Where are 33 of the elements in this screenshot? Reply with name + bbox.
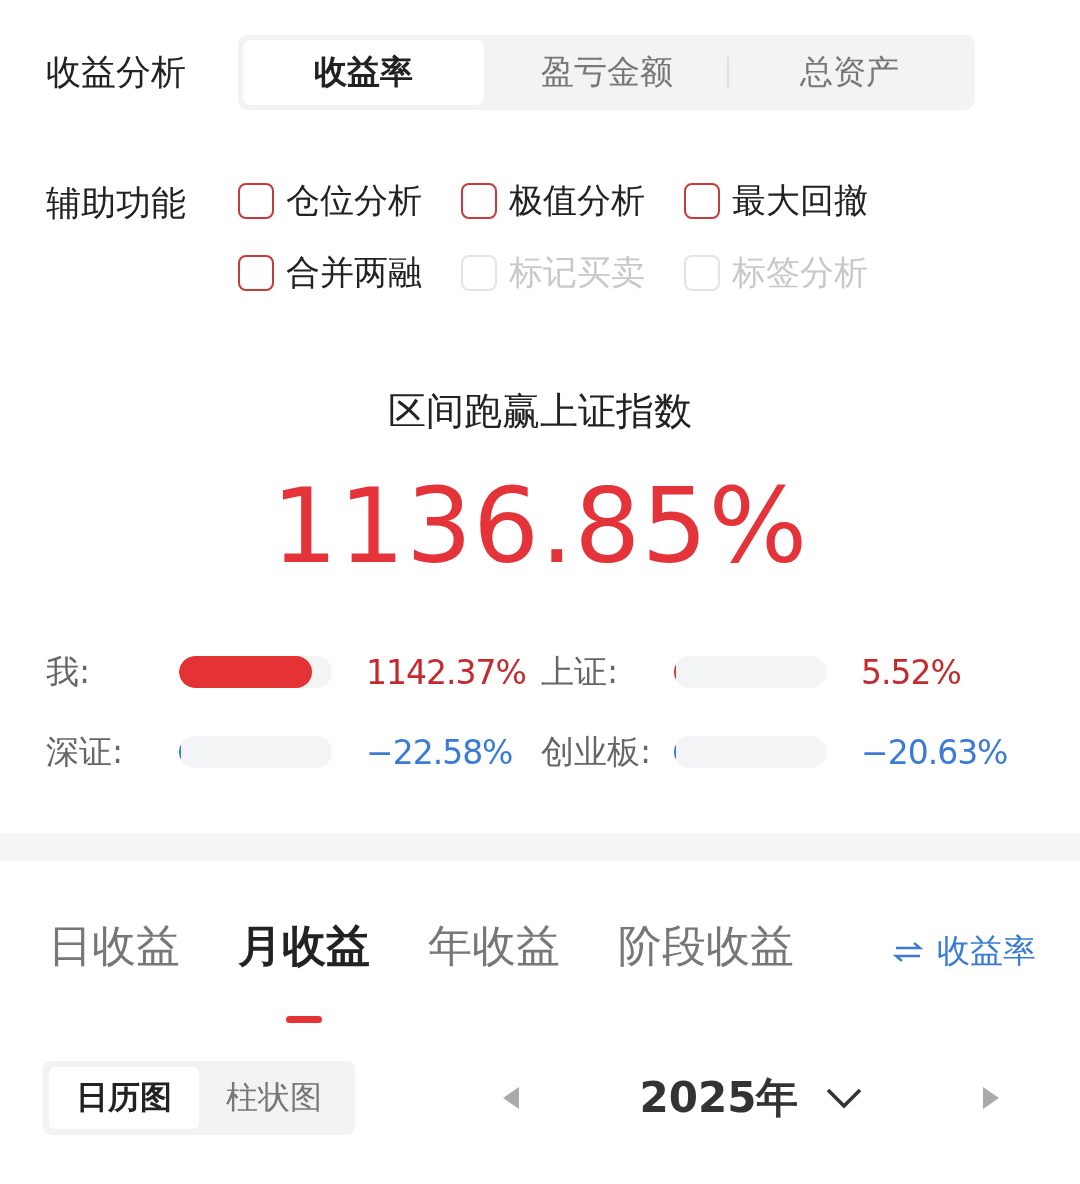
switch-link[interactable]: 收益率: [893, 929, 1036, 974]
checkbox[interactable]: [238, 183, 274, 219]
checkbox-label: 合并两融: [286, 251, 422, 294]
checkbox[interactable]: [238, 255, 274, 291]
checkbox[interactable]: [461, 183, 497, 219]
index-name: 我:: [46, 650, 92, 693]
checkbox-label: 最大回撤: [732, 179, 868, 222]
summary-value: 1136.85%: [270, 465, 810, 587]
summary-title: 区间跑赢上证指数: [387, 388, 693, 435]
period-tab[interactable]: 年收益: [428, 911, 560, 1023]
segment-tab[interactable]: 总资产: [729, 40, 970, 105]
view-tab[interactable]: 日历图: [49, 1067, 199, 1129]
percent-value: 5.52%: [861, 652, 961, 692]
period-tab[interactable]: 阶段收益: [618, 911, 794, 1023]
period-tab[interactable]: 日收益: [48, 911, 180, 1023]
period-tab[interactable]: 月收益: [238, 911, 370, 1023]
swap-arrows-icon: [893, 939, 923, 964]
percent-value: 1142.37%: [366, 652, 526, 692]
percent-value: −20.63%: [861, 732, 1008, 772]
section-label: 收益分析: [46, 51, 187, 94]
checkbox-label: 仓位分析: [286, 179, 422, 222]
index-name: 创业板:: [541, 730, 653, 773]
chevron-down-icon: [826, 1087, 863, 1109]
percent-value: −22.58%: [366, 732, 513, 772]
year-selector[interactable]: 2025年: [639, 1070, 863, 1126]
segment-tab[interactable]: 收益率: [243, 40, 484, 105]
section-label: 辅助功能: [46, 182, 187, 225]
index-name: 上证:: [541, 650, 620, 693]
segment-tab[interactable]: 盈亏金额: [486, 40, 727, 105]
checkbox[interactable]: [684, 183, 720, 219]
checkbox-label: 极值分析: [509, 179, 645, 222]
index-name: 深证:: [46, 730, 125, 773]
view-tab[interactable]: 柱状图: [199, 1067, 349, 1129]
